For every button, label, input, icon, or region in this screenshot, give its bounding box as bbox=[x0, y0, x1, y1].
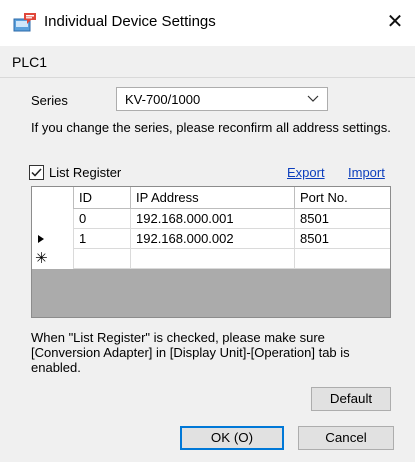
column-header-id[interactable]: ID bbox=[74, 187, 131, 209]
cell-id[interactable] bbox=[74, 249, 131, 269]
import-link[interactable]: Import bbox=[348, 165, 385, 180]
cell-ip-address[interactable] bbox=[131, 249, 295, 269]
table-row[interactable]: 0 192.168.000.001 8501 bbox=[32, 209, 390, 229]
series-dropdown[interactable]: KV-700/1000 bbox=[116, 87, 328, 111]
column-header-port-no[interactable]: Port No. bbox=[295, 187, 390, 209]
grid-header-row: ID IP Address Port No. bbox=[32, 187, 390, 209]
row-header[interactable]: ✳ bbox=[32, 249, 74, 269]
list-register-note: When "List Register" is checked, please … bbox=[31, 330, 350, 375]
series-label: Series bbox=[31, 93, 68, 108]
new-row-asterisk-icon: ✳ bbox=[35, 250, 48, 267]
header-divider bbox=[0, 77, 415, 78]
device-list-grid[interactable]: ID IP Address Port No. 0 192.168.000.001… bbox=[31, 186, 391, 318]
chevron-down-icon bbox=[307, 95, 319, 102]
cell-port-no[interactable] bbox=[295, 249, 390, 269]
export-link[interactable]: Export bbox=[287, 165, 325, 180]
cell-id[interactable]: 1 bbox=[74, 229, 131, 249]
default-button[interactable]: Default bbox=[311, 387, 391, 411]
cell-id[interactable]: 0 bbox=[74, 209, 131, 229]
cell-port-no[interactable]: 8501 bbox=[295, 229, 390, 249]
row-header[interactable] bbox=[32, 209, 74, 229]
table-row[interactable]: 1 192.168.000.002 8501 bbox=[32, 229, 390, 249]
checkbox-box[interactable] bbox=[29, 165, 44, 180]
title-bar: Individual Device Settings ✕ bbox=[0, 0, 415, 46]
list-register-checkbox[interactable]: List Register bbox=[29, 165, 149, 183]
close-button[interactable]: ✕ bbox=[380, 8, 410, 38]
column-header-ip-address[interactable]: IP Address bbox=[131, 187, 295, 209]
device-name: PLC1 bbox=[12, 54, 48, 70]
grid-corner-cell bbox=[32, 187, 74, 209]
ok-button[interactable]: OK (O) bbox=[180, 426, 284, 450]
cell-port-no[interactable]: 8501 bbox=[295, 209, 390, 229]
series-warning-text: If you change the series, please reconfi… bbox=[31, 120, 391, 135]
cell-ip-address[interactable]: 192.168.000.001 bbox=[131, 209, 295, 229]
device-settings-icon bbox=[13, 13, 36, 32]
current-row-arrow-icon bbox=[38, 235, 44, 243]
row-header[interactable] bbox=[32, 229, 74, 249]
window-title: Individual Device Settings bbox=[44, 13, 216, 30]
new-row[interactable]: ✳ bbox=[32, 249, 390, 269]
series-selected-value: KV-700/1000 bbox=[125, 92, 201, 107]
cancel-button[interactable]: Cancel bbox=[298, 426, 394, 450]
checkmark-icon bbox=[31, 168, 42, 177]
cell-ip-address[interactable]: 192.168.000.002 bbox=[131, 229, 295, 249]
list-register-label: List Register bbox=[49, 165, 122, 180]
